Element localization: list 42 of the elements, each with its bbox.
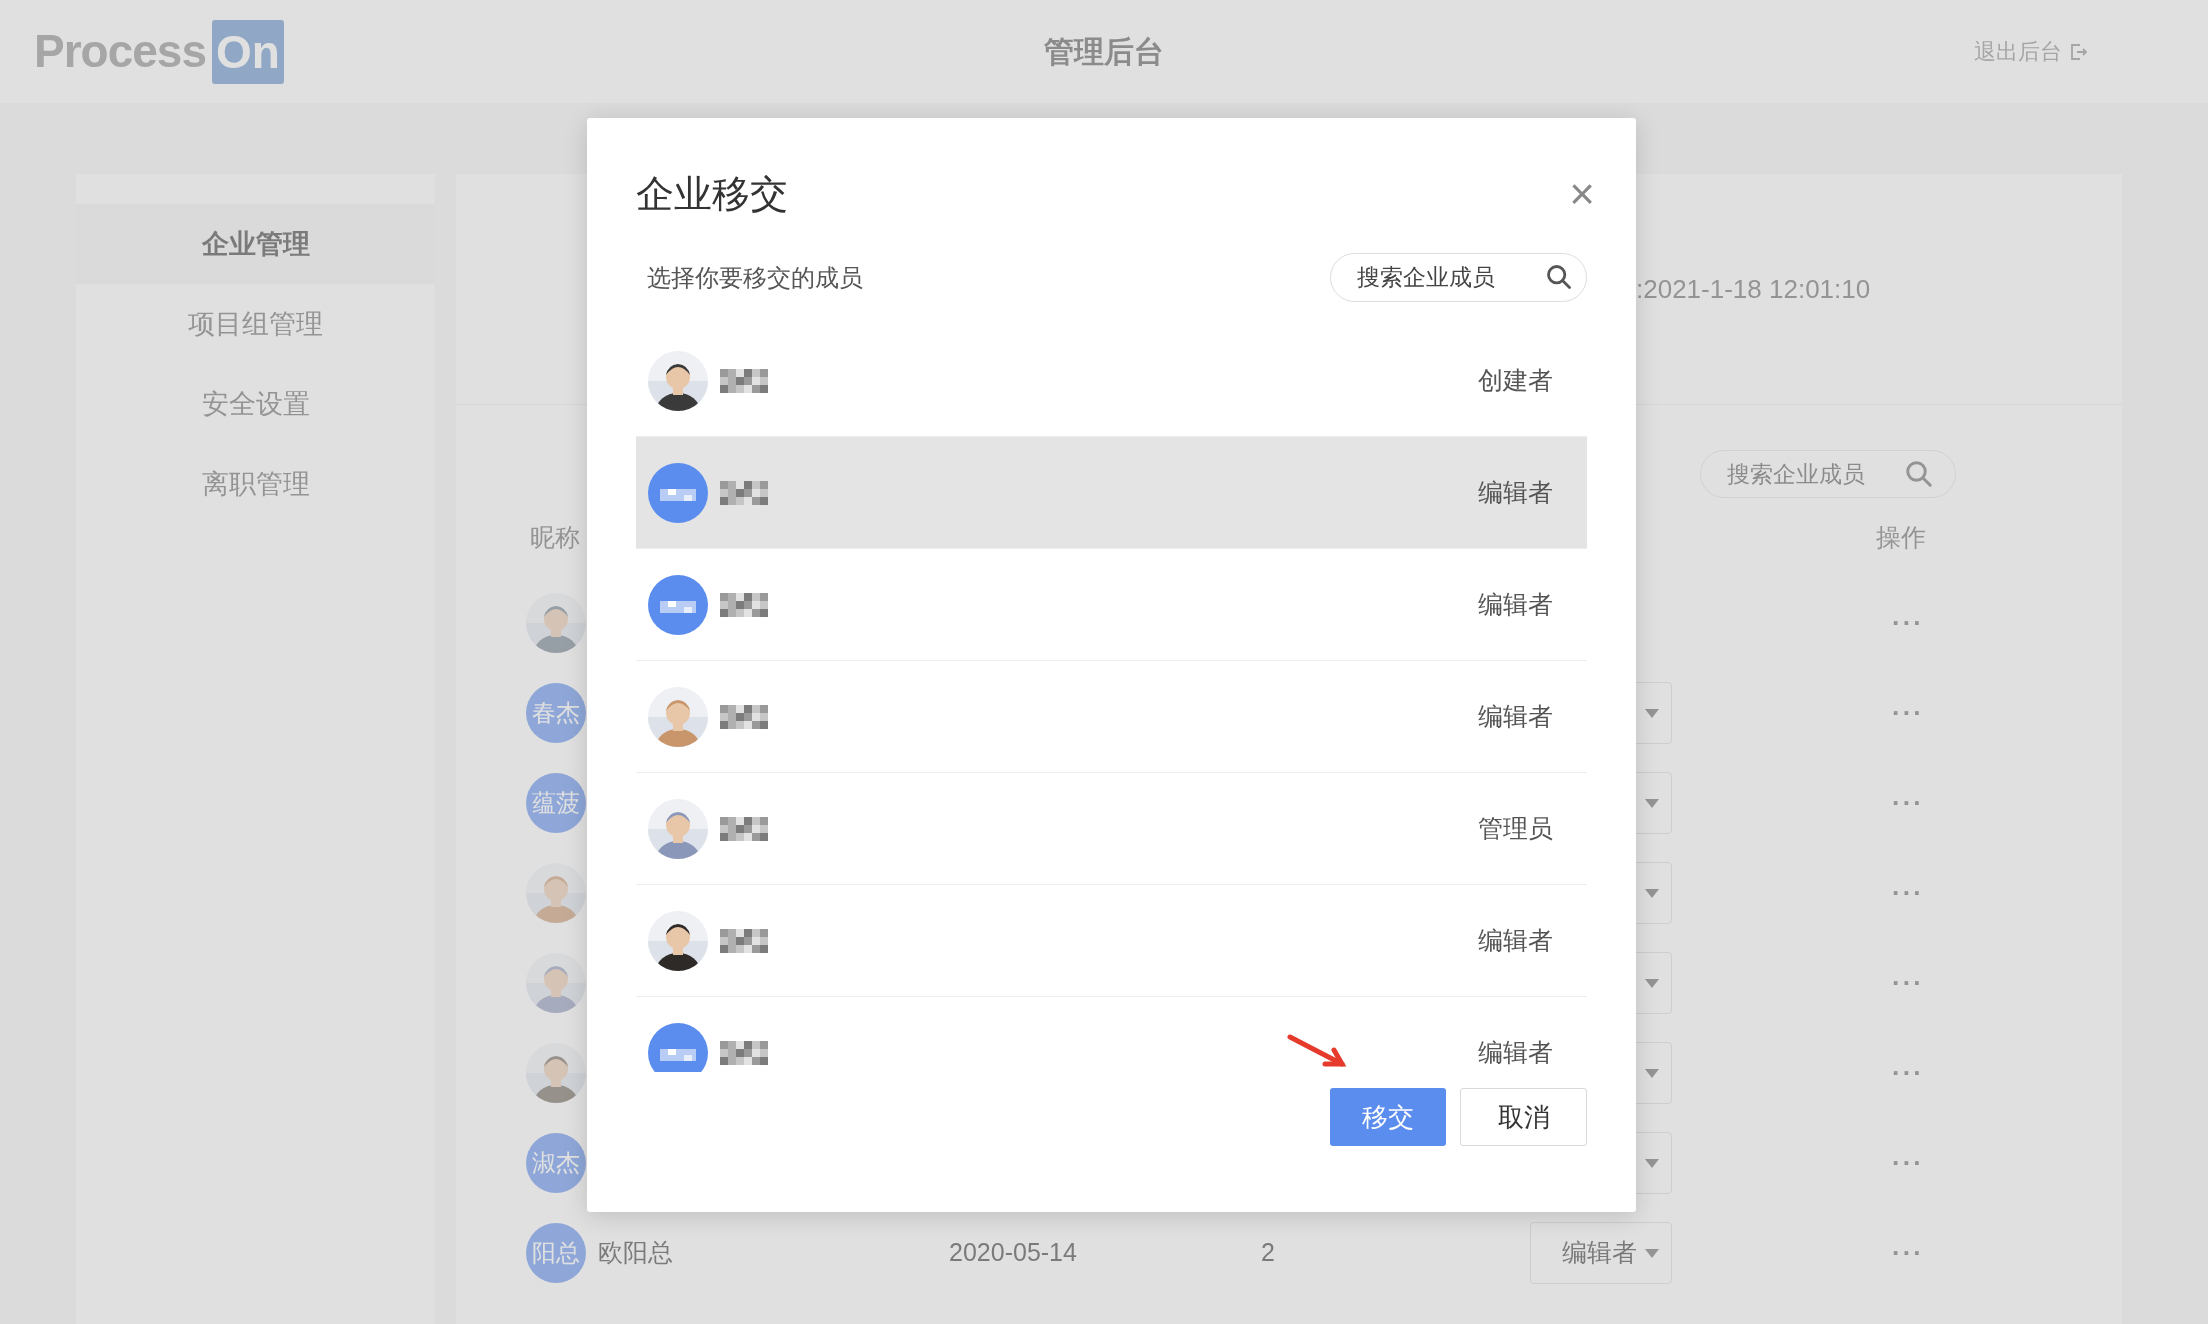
sidebar-item[interactable]: 离职管理 (76, 444, 435, 524)
sidebar-item[interactable]: 项目组管理 (76, 284, 435, 364)
more-actions[interactable]: ··· (1892, 873, 1924, 913)
more-actions[interactable]: ··· (1892, 603, 1924, 643)
search-field[interactable]: 搜索企业成员 (1700, 450, 1956, 498)
member-role: 编辑者 (1478, 476, 1553, 508)
dialog-title: 企业移交 (636, 171, 788, 217)
avatar: 阳总 (526, 1223, 586, 1283)
column-header: 操作 (1876, 522, 1926, 554)
more-actions[interactable]: ··· (1892, 1143, 1924, 1183)
dialog-subtitle: 选择你要移交的成员 (646, 262, 863, 293)
member-role: 编辑者 (1478, 700, 1553, 732)
created-time: :2021-1-18 12:01:10 (1636, 272, 1871, 306)
cancel-button[interactable]: 取消 (1460, 1088, 1587, 1146)
member-role: 编辑者 (1478, 1036, 1553, 1068)
transfer-button[interactable]: 移交 (1330, 1088, 1446, 1146)
role-dropdown[interactable]: 编辑者 (1530, 1222, 1672, 1284)
member-role: 管理员 (1478, 812, 1553, 844)
more-actions[interactable]: ··· (1892, 963, 1924, 1003)
member-role: 创建者 (1478, 364, 1553, 396)
count-cell-text: 2 (1260, 1237, 1276, 1269)
sidebar-item[interactable]: 安全设置 (76, 364, 435, 444)
close-button[interactable]: × (1569, 172, 1595, 216)
column-header: 昵称 (530, 522, 580, 554)
more-actions[interactable]: ··· (1892, 783, 1924, 823)
sidebar-item[interactable]: 企业管理 (76, 204, 435, 284)
more-actions[interactable]: ··· (1892, 693, 1924, 733)
member-role: 编辑者 (1478, 924, 1553, 956)
more-actions[interactable]: ··· (1892, 1053, 1924, 1093)
logo-badge: On (212, 19, 284, 84)
logo-text: Process (34, 24, 206, 79)
search-field[interactable]: 搜索企业成员 (1330, 253, 1587, 302)
join-date: 2020-05-14 (948, 1237, 1078, 1269)
exit-link[interactable]: 退出后台 (1974, 35, 2088, 68)
avatar: 春杰 (526, 683, 586, 743)
member-row[interactable]: 编辑者 (636, 437, 1587, 549)
member-role: 编辑者 (1478, 588, 1553, 620)
member-name: 欧阳总 (598, 1237, 674, 1269)
avatar: 蕴菠 (526, 773, 586, 833)
more-actions[interactable]: ··· (1892, 1233, 1924, 1273)
avatar: 淑杰 (526, 1133, 586, 1193)
page-title: 管理后台 (1044, 34, 1164, 70)
